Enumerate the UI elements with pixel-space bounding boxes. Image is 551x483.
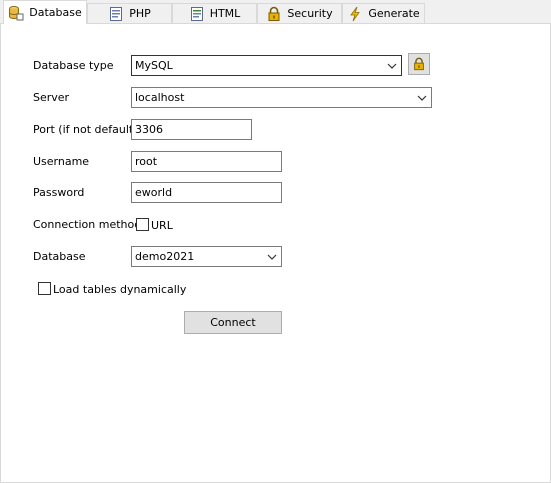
tab-php[interactable]: PHP [87, 3, 172, 23]
connection-method-label: Connection method [33, 218, 142, 231]
username-value: root [135, 155, 158, 168]
database-label: Database [33, 250, 86, 263]
database-type-select[interactable]: MySQL [131, 55, 402, 76]
lock-icon [266, 6, 282, 22]
url-checkbox-label: URL [151, 219, 173, 232]
url-checkbox[interactable] [136, 218, 149, 231]
tab-label: HTML [209, 7, 241, 20]
tab-label: Database [29, 6, 82, 19]
database-type-label: Database type [33, 59, 114, 72]
connect-button[interactable]: Connect [184, 311, 282, 334]
tab-label: Security [287, 7, 333, 20]
php-page-icon [108, 6, 124, 22]
database-select[interactable]: demo2021 [131, 246, 282, 267]
lightning-icon [347, 6, 363, 22]
password-input[interactable]: eworld [131, 182, 282, 203]
tab-database[interactable]: Database [3, 0, 87, 24]
chevron-down-icon [387, 63, 397, 69]
tab-label: Generate [368, 7, 420, 20]
port-input[interactable]: 3306 [131, 119, 252, 140]
lock-icon [414, 57, 424, 71]
load-tables-label: Load tables dynamically [53, 283, 187, 296]
tab-html[interactable]: HTML [172, 3, 257, 23]
load-tables-checkbox[interactable] [38, 282, 51, 295]
tab-label: PHP [129, 7, 151, 20]
connect-button-label: Connect [210, 316, 256, 329]
lock-button[interactable] [408, 53, 430, 75]
server-select[interactable]: localhost [131, 87, 432, 108]
database-value: demo2021 [135, 250, 195, 263]
tab-generate[interactable]: Generate [342, 3, 425, 23]
database-icon [8, 5, 24, 21]
port-label: Port (if not default) [33, 123, 138, 136]
tab-bar: Database PHP HTML Security Generate [0, 0, 551, 24]
server-label: Server [33, 91, 70, 104]
server-value: localhost [135, 91, 185, 104]
chevron-down-icon [417, 95, 427, 101]
port-value: 3306 [135, 123, 163, 136]
password-label: Password [33, 186, 85, 199]
username-label: Username [33, 155, 90, 168]
html-page-icon [189, 6, 205, 22]
chevron-down-icon [267, 254, 277, 260]
database-type-value: MySQL [135, 59, 173, 72]
username-input[interactable]: root [131, 151, 282, 172]
password-value: eworld [135, 186, 173, 199]
tab-security[interactable]: Security [257, 3, 342, 23]
